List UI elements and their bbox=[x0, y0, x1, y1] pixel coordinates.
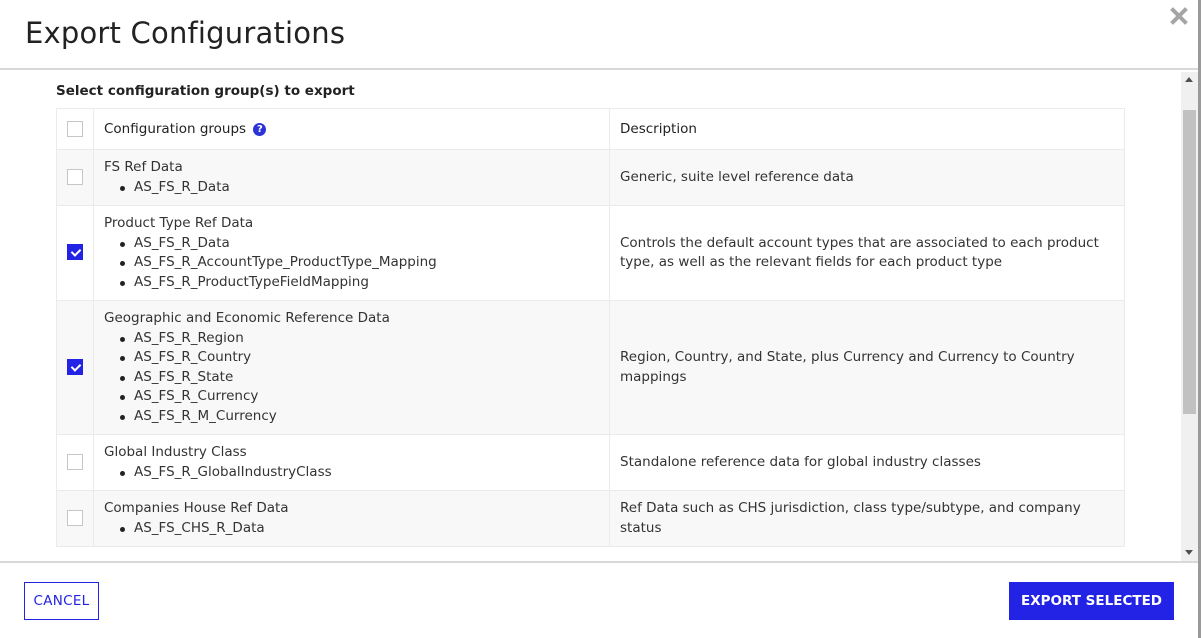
group-item: AS_FS_R_AccountType_ProductType_Mapping bbox=[120, 253, 599, 273]
select-all-checkbox[interactable] bbox=[67, 121, 83, 137]
cancel-button[interactable]: CANCEL bbox=[24, 582, 99, 620]
section-subtitle: Select configuration group(s) to export bbox=[56, 83, 355, 99]
group-item: AS_FS_R_State bbox=[120, 368, 599, 388]
column-header-groups: Configuration groups ? bbox=[93, 108, 610, 150]
group-cell: Product Type Ref Data AS_FS_R_Data AS_FS_R… bbox=[93, 205, 610, 301]
group-cell: Global Industry Class AS_FS_R_GlobalIndus… bbox=[93, 434, 610, 491]
row-select-cell bbox=[56, 434, 94, 491]
configuration-groups-table: Configuration groups ? Description FS Re… bbox=[56, 108, 1125, 547]
description-cell: Standalone reference data for global ind… bbox=[609, 434, 1125, 491]
export-selected-button[interactable]: EXPORT SELECTED (2) bbox=[1009, 582, 1174, 638]
group-item: AS_FS_R_Data bbox=[120, 234, 599, 254]
row-checkbox[interactable] bbox=[67, 168, 83, 185]
group-items-list: AS_FS_R_Data bbox=[104, 178, 599, 198]
group-items-list: AS_FS_CHS_R_Data bbox=[104, 519, 599, 539]
dialog-body: Select configuration group(s) to export … bbox=[0, 72, 1198, 561]
scrollbar-thumb[interactable] bbox=[1183, 110, 1196, 414]
row-checkbox[interactable] bbox=[67, 358, 83, 375]
row-select-cell bbox=[56, 490, 94, 547]
column-header-description: Description bbox=[609, 108, 1125, 150]
select-all-cell bbox=[56, 108, 94, 150]
row-select-cell bbox=[56, 205, 94, 301]
group-items-list: AS_FS_R_Data AS_FS_R_AccountType_ProductT… bbox=[104, 234, 599, 293]
table-row: Companies House Ref Data AS_FS_CHS_R_Data… bbox=[56, 490, 1125, 547]
row-checkbox[interactable] bbox=[67, 509, 83, 526]
table-row: Global Industry Class AS_FS_R_GlobalIndus… bbox=[56, 434, 1125, 491]
dialog-footer: CANCEL EXPORT SELECTED (2) bbox=[0, 561, 1198, 638]
group-item: AS_FS_R_Country bbox=[120, 348, 599, 368]
group-item: AS_FS_CHS_R_Data bbox=[120, 519, 599, 539]
group-cell: FS Ref Data AS_FS_R_Data bbox=[93, 149, 610, 206]
row-checkbox[interactable] bbox=[67, 244, 83, 261]
row-checkbox[interactable] bbox=[67, 453, 83, 470]
table-row: Geographic and Economic Reference Data AS… bbox=[56, 300, 1125, 435]
group-cell: Companies House Ref Data AS_FS_CHS_R_Data bbox=[93, 490, 610, 547]
group-item: AS_FS_R_GlobalIndustryClass bbox=[120, 463, 599, 483]
close-button[interactable] bbox=[1168, 5, 1190, 27]
table-row: FS Ref Data AS_FS_R_Data Generic, suite le… bbox=[56, 149, 1125, 206]
scroll-down-arrow-icon[interactable] bbox=[1185, 550, 1193, 555]
group-name: Global Industry Class bbox=[104, 444, 247, 460]
row-select-cell bbox=[56, 149, 94, 206]
group-item: AS_FS_R_Data bbox=[120, 178, 599, 198]
group-name: Companies House Ref Data bbox=[104, 500, 289, 516]
group-name: Product Type Ref Data bbox=[104, 215, 254, 231]
group-name: Geographic and Economic Reference Data bbox=[104, 310, 390, 326]
question-circle-icon[interactable]: ? bbox=[253, 123, 267, 136]
description-cell: Generic, suite level reference data bbox=[609, 149, 1125, 206]
group-item: AS_FS_R_M_Currency bbox=[120, 407, 599, 427]
group-name: FS Ref Data bbox=[104, 159, 183, 175]
dialog-title: Export Configurations bbox=[25, 16, 346, 50]
column-header-groups-label: Configuration groups bbox=[104, 121, 247, 137]
group-items-list: AS_FS_R_GlobalIndustryClass bbox=[104, 463, 599, 483]
group-item: AS_FS_R_ProductTypeFieldMapping bbox=[120, 273, 599, 293]
vertical-scrollbar[interactable] bbox=[1181, 72, 1198, 561]
export-configurations-dialog: Export Configurations Select configurati… bbox=[0, 0, 1198, 638]
scroll-up-arrow-icon[interactable] bbox=[1185, 77, 1193, 82]
close-icon bbox=[1170, 7, 1188, 25]
group-item: AS_FS_R_Region bbox=[120, 329, 599, 349]
description-cell: Ref Data such as CHS jurisdiction, class… bbox=[609, 490, 1125, 547]
group-cell: Geographic and Economic Reference Data AS… bbox=[93, 300, 610, 435]
table-header-row: Configuration groups ? Description bbox=[56, 108, 1125, 150]
dialog-header: Export Configurations bbox=[0, 0, 1198, 70]
description-cell: Controls the default account types that … bbox=[609, 205, 1125, 301]
group-item: AS_FS_R_Currency bbox=[120, 387, 599, 407]
description-cell: Region, Country, and State, plus Currenc… bbox=[609, 300, 1125, 435]
table-row: Product Type Ref Data AS_FS_R_Data AS_FS_R… bbox=[56, 205, 1125, 301]
row-select-cell bbox=[56, 300, 94, 435]
group-items-list: AS_FS_R_Region AS_FS_R_Country AS_FS_R_Sta… bbox=[104, 329, 599, 427]
